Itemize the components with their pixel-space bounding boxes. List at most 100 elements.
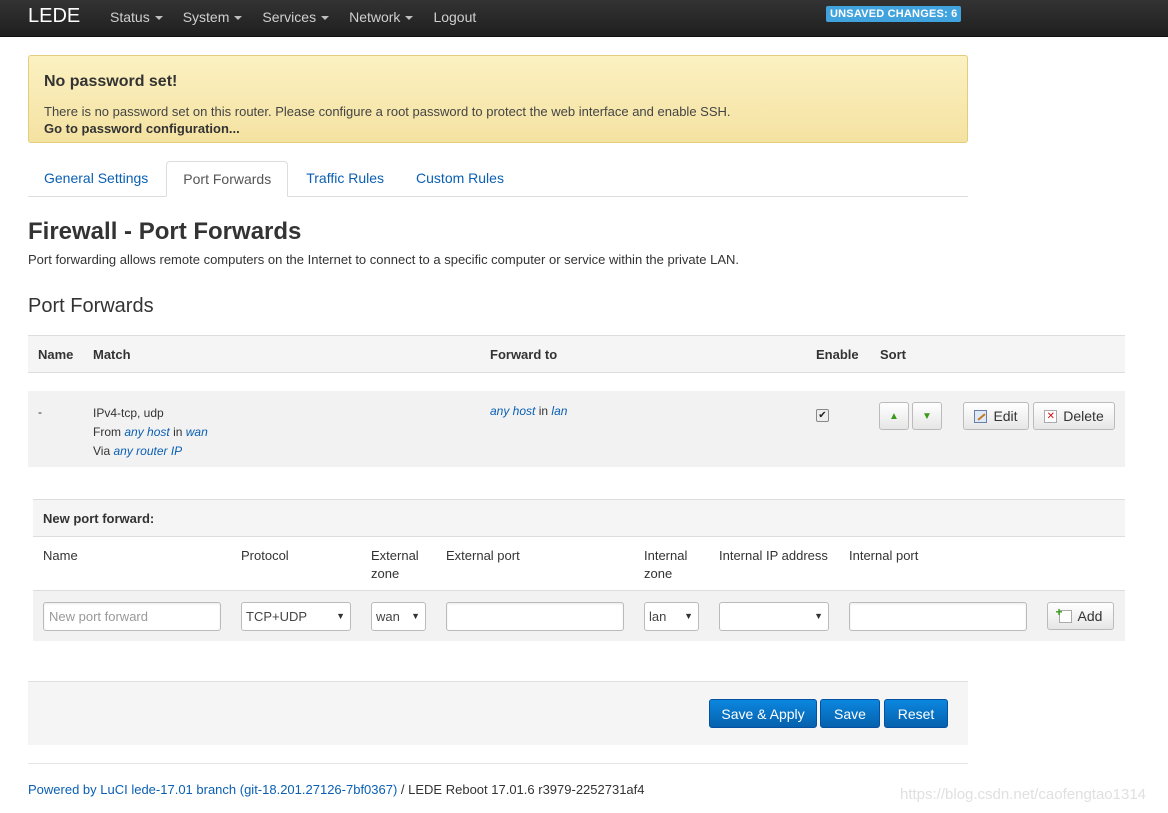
rule-match-from: From any host in wan [93,423,208,442]
chevron-down-icon: ▼ [814,611,823,621]
top-navbar: LEDE Status System Services Network Logo… [0,0,1168,37]
via-prefix: Via [93,444,111,458]
rule-match-protocol: IPv4-tcp, udp [93,406,164,420]
chevron-down-icon [321,16,330,20]
label-external-port: External port [446,548,520,563]
label-external-zone: External zone [371,548,419,581]
new-port-forward-inputs: New port forward TCP+UDP ▼ wan ▼ lan ▼ ▼… [33,591,1125,641]
add-label: Add [1077,608,1103,624]
new-port-forward-header: New port forward: [33,499,1125,537]
label-internal-zone: Internal zone [644,548,688,581]
internal-zone-value: lan [649,609,667,624]
page-title: Firewall - Port Forwards [28,218,302,245]
new-forward-name-input[interactable]: New port forward [43,602,221,631]
edit-button[interactable]: Edit [963,402,1029,430]
protocol-select[interactable]: TCP+UDP ▼ [241,602,351,631]
add-icon [1056,605,1072,623]
firmware-version: / LEDE Reboot 17.01.6 r3979-2252731af4 [397,782,645,797]
chevron-down-icon: ▼ [336,611,345,621]
footer: Powered by LuCI lede-17.01 branch (git-1… [28,782,645,797]
menu-network-label: Network [349,9,401,25]
arrow-down-icon: ▼ [922,410,932,422]
luci-version-link[interactable]: Powered by LuCI lede-17.01 branch (git-1… [28,782,397,797]
forward-in-word: in [538,404,549,418]
tab-port-forwards[interactable]: Port Forwards [166,161,289,197]
port-forwards-table-header: Name Match Forward to Enable Sort [28,335,1125,373]
chevron-down-icon [234,16,243,20]
column-name: Name [38,347,74,362]
external-zone-select[interactable]: wan ▼ [371,602,426,631]
rule-match: IPv4-tcp, udp From any host in wan Via a… [93,404,208,461]
label-internal-port: Internal port [849,548,919,563]
alert-text: There is no password set on this router.… [44,104,731,119]
move-up-button[interactable]: ▲ [879,402,909,430]
tab-custom-rules[interactable]: Custom Rules [400,161,520,197]
internal-zone-select[interactable]: lan ▼ [644,602,699,631]
menu-services[interactable]: Services [262,9,330,25]
enable-checkbox[interactable]: ✔ [816,409,829,422]
delete-button[interactable]: ✕ Delete [1033,402,1115,430]
menu-status-label: Status [110,9,150,25]
menu-status[interactable]: Status [110,9,163,25]
column-enable: Enable [816,347,859,362]
tab-traffic-rules[interactable]: Traffic Rules [290,161,400,197]
new-port-forward-labels: Name Protocol External zone External por… [33,537,1125,591]
reset-button[interactable]: Reset [884,699,948,728]
menu-logout-label: Logout [433,9,477,25]
menu-system-label: System [182,9,230,25]
edit-label: Edit [993,408,1018,424]
menu-network[interactable]: Network [349,9,414,25]
watermark: https://blog.csdn.net/caofengtao1314 [900,786,1147,803]
main-menu: Status System Services Network Logout [110,9,496,25]
chevron-down-icon: ▼ [411,611,420,621]
tab-general-settings[interactable]: General Settings [28,161,164,197]
footer-divider [28,763,968,764]
delete-label: Delete [1063,408,1104,424]
delete-icon: ✕ [1044,409,1058,423]
via-target-link[interactable]: any router IP [113,444,182,458]
forward-zone-link[interactable]: lan [551,404,567,418]
password-warning-alert: No password set! There is no password se… [28,55,968,143]
add-button[interactable]: Add [1047,602,1114,630]
menu-services-label: Services [262,9,317,25]
column-sort: Sort [880,347,906,362]
chevron-down-icon [405,16,414,20]
protocol-value: TCP+UDP [246,609,308,624]
chevron-down-icon: ▼ [684,611,693,621]
menu-system[interactable]: System [183,9,243,25]
from-host-link[interactable]: any host [124,425,169,439]
forward-host-link[interactable]: any host [490,404,535,418]
arrow-up-icon: ▲ [889,410,899,422]
in-word: in [173,425,183,439]
unsaved-changes-badge[interactable]: UNSAVED CHANGES: 6 [826,6,962,22]
save-button[interactable]: Save [820,699,880,728]
page-description: Port forwarding allows remote computers … [28,252,740,267]
external-port-input[interactable] [446,602,624,631]
from-prefix: From [93,425,121,439]
menu-logout[interactable]: Logout [433,9,476,25]
table-row: - IPv4-tcp, udp From any host in wan Via… [28,391,1125,467]
label-protocol: Protocol [241,548,289,563]
internal-port-input[interactable] [849,602,1027,631]
firewall-tabs: General Settings Port Forwards Traffic R… [28,161,968,197]
edit-icon [974,409,988,423]
from-zone-link[interactable]: wan [186,425,208,439]
password-config-link[interactable]: Go to password configuration... [44,121,240,136]
external-zone-value: wan [376,609,400,624]
rule-match-via: Via any router IP [93,442,208,461]
internal-ip-select[interactable]: ▼ [719,602,829,631]
column-forward-to: Forward to [490,347,558,362]
rule-forward-to: any host in lan [490,404,567,418]
label-internal-ip: Internal IP address [719,548,828,563]
page-actions: Save & Apply Save Reset [28,681,968,745]
rule-name: - [38,405,42,419]
chevron-down-icon [154,16,163,20]
label-name: Name [43,548,78,563]
alert-title: No password set! [44,73,178,90]
brand-logo[interactable]: LEDE [28,5,80,28]
section-title: Port Forwards [28,295,154,317]
move-down-button[interactable]: ▼ [912,402,942,430]
column-match: Match [93,347,131,362]
new-port-forward-title: New port forward: [43,511,155,526]
save-apply-button[interactable]: Save & Apply [709,699,817,728]
